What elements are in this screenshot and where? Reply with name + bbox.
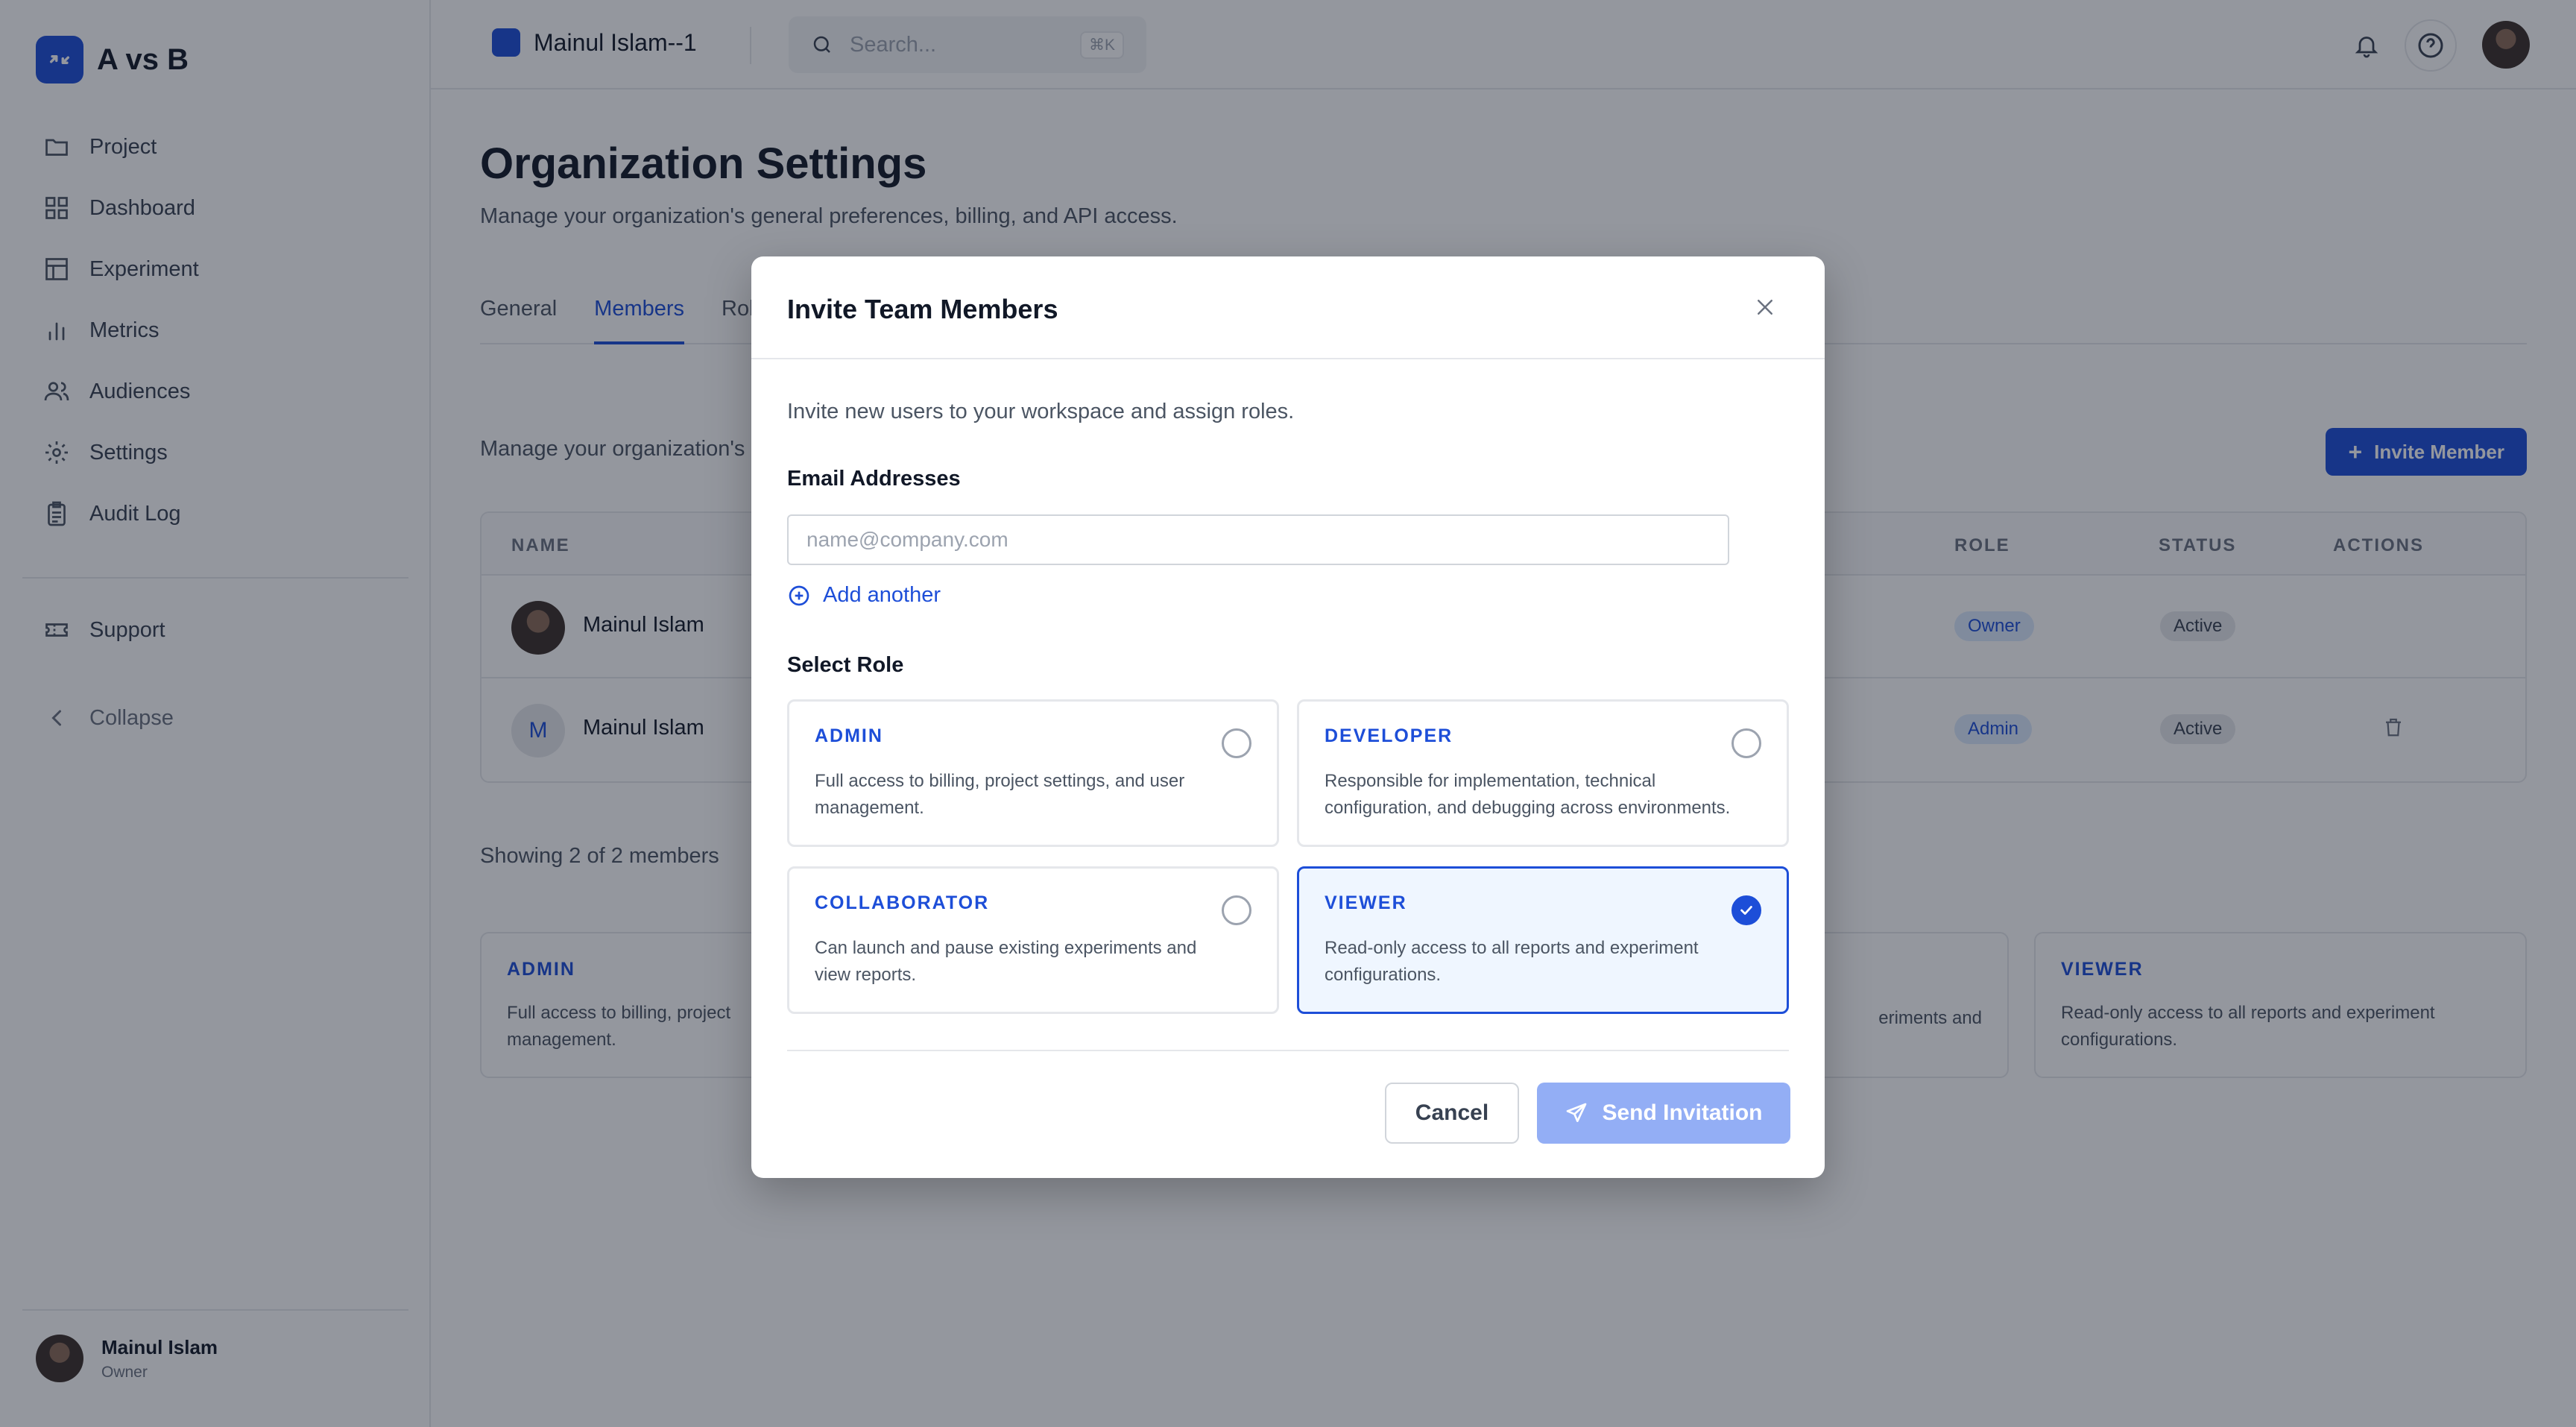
modal-footer-divider (787, 1050, 1789, 1051)
role-option-title: DEVELOPER (1325, 725, 1453, 746)
role-radio[interactable] (1731, 728, 1761, 758)
cancel-button[interactable]: Cancel (1385, 1083, 1519, 1144)
email-input[interactable] (787, 514, 1729, 565)
check-icon (1740, 906, 1752, 915)
role-option-title: ADMIN (815, 725, 883, 746)
role-option-collaborator[interactable]: COLLABORATOR Can launch and pause existi… (787, 866, 1279, 1014)
modal-header: Invite Team Members (751, 256, 1825, 359)
role-option-title: VIEWER (1325, 892, 1407, 913)
role-radio[interactable] (1222, 895, 1251, 925)
modal-subtitle: Invite new users to your workspace and a… (787, 400, 1295, 423)
role-option-developer[interactable]: DEVELOPER Responsible for implementation… (1297, 699, 1789, 847)
select-role-label: Select Role (787, 653, 904, 677)
send-invitation-label: Send Invitation (1602, 1100, 1763, 1125)
add-another-label: Add another (823, 583, 941, 607)
role-option-title: COLLABORATOR (815, 892, 990, 913)
close-button[interactable] (1752, 294, 1778, 321)
modal-title: Invite Team Members (787, 294, 1058, 324)
add-another-button[interactable]: Add another (787, 583, 941, 608)
send-invitation-button[interactable]: Send Invitation (1537, 1083, 1790, 1144)
role-option-desc: Can launch and pause existing experiment… (815, 938, 1197, 985)
role-option-desc: Full access to billing, project settings… (815, 771, 1185, 818)
email-label: Email Addresses (787, 467, 961, 491)
role-radio[interactable] (1222, 728, 1251, 758)
role-option-admin[interactable]: ADMIN Full access to billing, project se… (787, 699, 1279, 847)
role-option-viewer[interactable]: VIEWER Read-only access to all reports a… (1297, 866, 1789, 1014)
plus-circle-icon (789, 585, 809, 605)
close-icon (1758, 300, 1772, 315)
role-option-desc: Responsible for implementation, technica… (1325, 771, 1731, 818)
role-radio[interactable] (1731, 895, 1761, 925)
invite-modal: Invite Team Members Invite new users to … (751, 256, 1825, 1178)
send-icon (1567, 1103, 1587, 1122)
role-option-desc: Read-only access to all reports and expe… (1325, 938, 1699, 985)
